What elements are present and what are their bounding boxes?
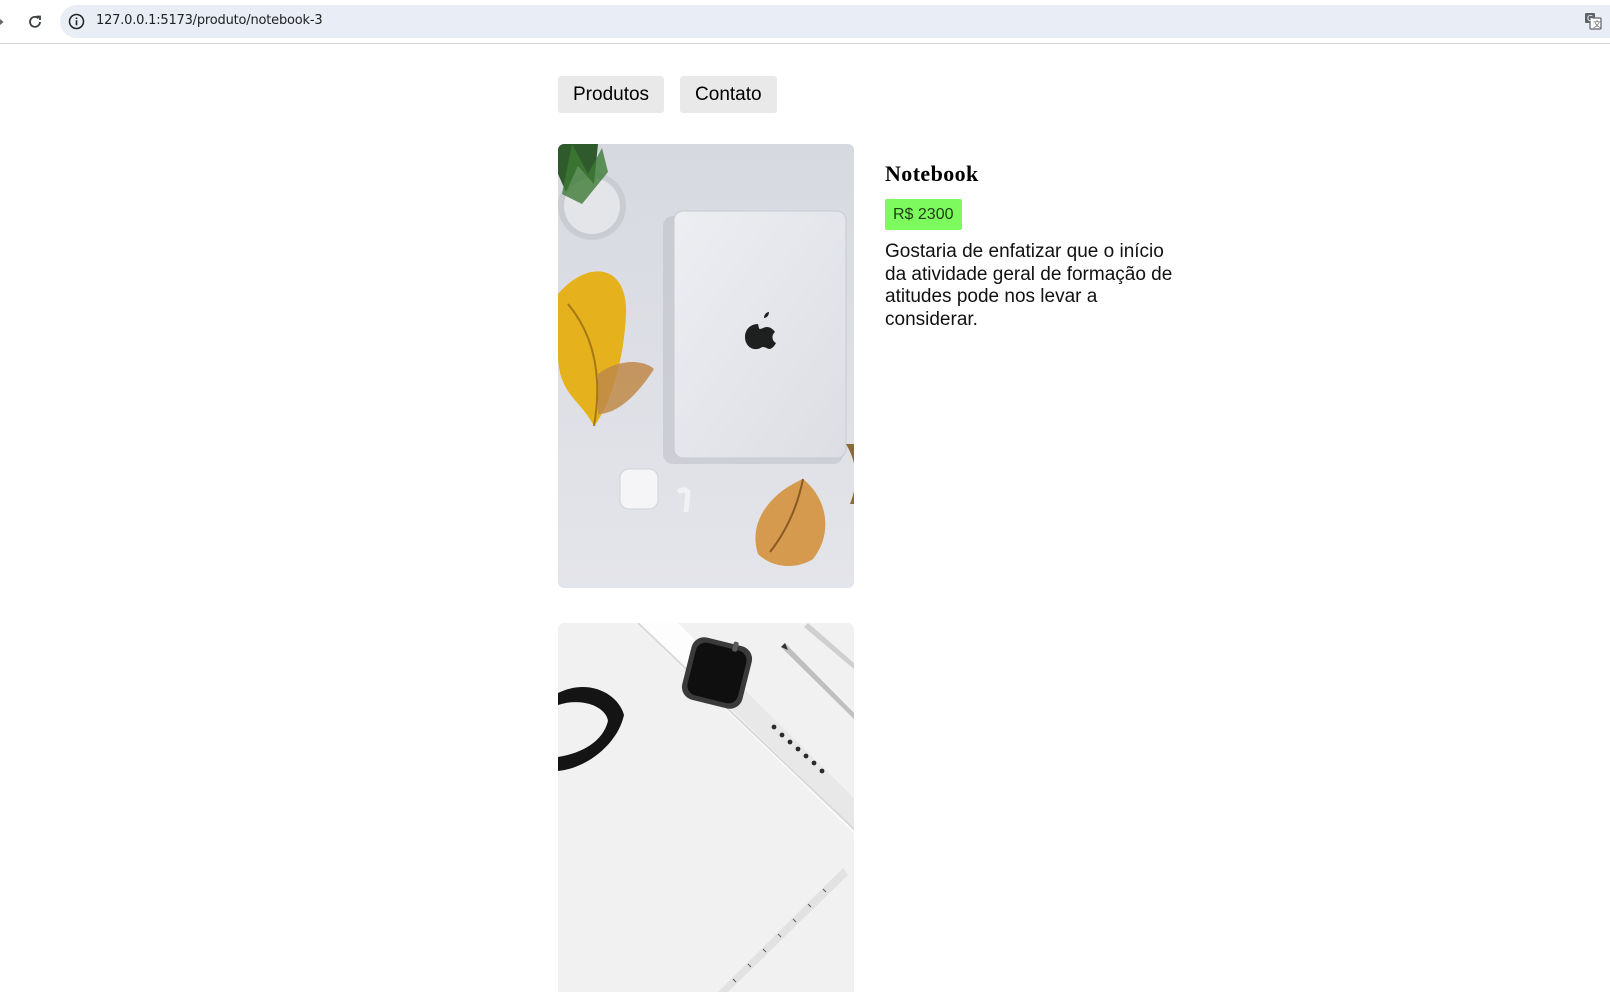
translate-icon[interactable]: G 文 bbox=[1584, 12, 1602, 30]
smartwatch-photo-icon bbox=[558, 623, 854, 992]
svg-text:文: 文 bbox=[1593, 19, 1601, 29]
nav-contact-button[interactable]: Contato bbox=[680, 76, 777, 113]
product-description: Gostaria de enfatizar que o início da at… bbox=[885, 241, 1173, 330]
site-info-icon[interactable] bbox=[68, 13, 85, 30]
product-image-laptop bbox=[558, 144, 854, 588]
product-title: Notebook bbox=[885, 161, 979, 186]
nav-products-button[interactable]: Produtos bbox=[558, 76, 665, 113]
browser-toolbar: 127.0.0.1:5173/produto/notebook-3 G 文 bbox=[0, 0, 1610, 44]
address-bar[interactable]: 127.0.0.1:5173/produto/notebook-3 G 文 bbox=[60, 5, 1610, 38]
reload-icon[interactable] bbox=[25, 12, 45, 32]
laptop-photo-icon bbox=[558, 144, 854, 588]
product-image-smartwatch bbox=[558, 623, 854, 992]
back-arrow-icon[interactable] bbox=[0, 12, 8, 32]
url-text[interactable]: 127.0.0.1:5173/produto/notebook-3 bbox=[96, 13, 323, 28]
product-info: Notebook R$ 2300 Gostaria de enfatizar q… bbox=[885, 160, 1185, 331]
price-badge: R$ 2300 bbox=[885, 199, 962, 230]
main-nav: Produtos Contato bbox=[558, 76, 777, 113]
